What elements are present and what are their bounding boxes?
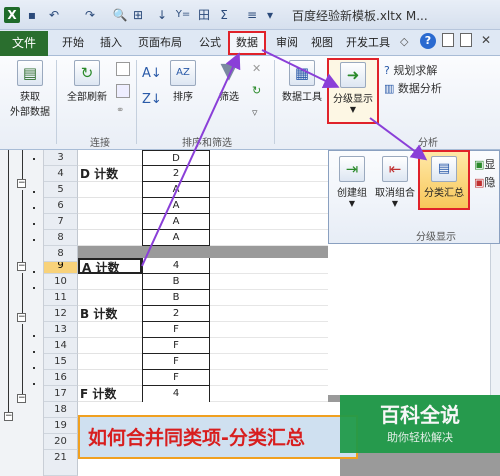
- arrow-to-subtotal: [369, 117, 428, 161]
- arrow-to-outline: [261, 49, 340, 88]
- arrow-to-data-tab: [141, 52, 241, 267]
- annotation-arrows: [141, 49, 428, 267]
